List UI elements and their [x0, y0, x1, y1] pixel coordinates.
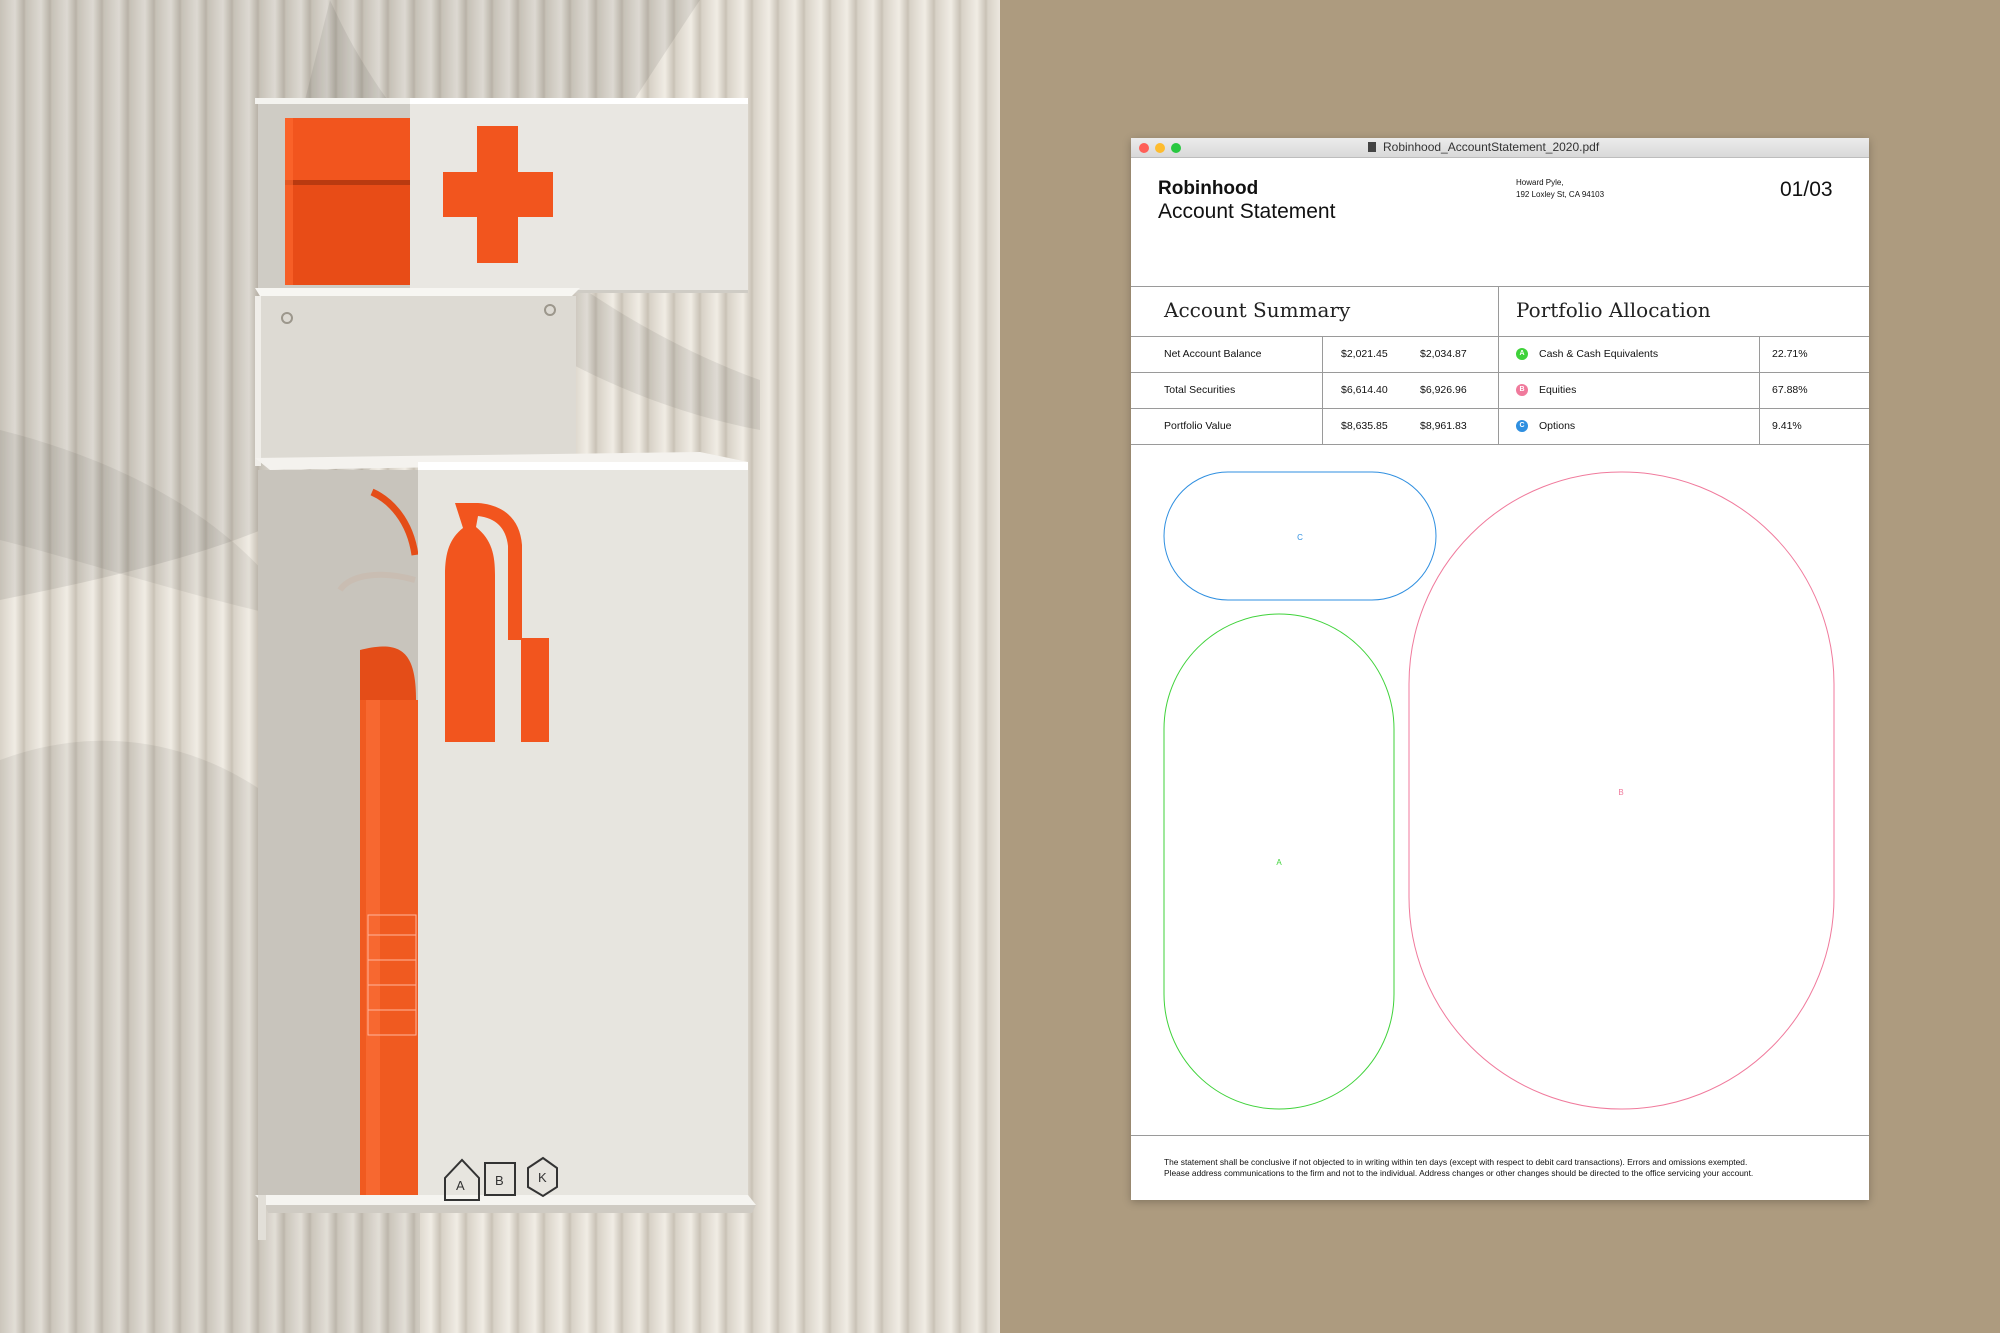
cabinet: A B K [255, 98, 756, 1240]
footer-disclaimer: The statement shall be conclusive if not… [1164, 1157, 1753, 1179]
class-label-a: A [456, 1178, 465, 1193]
divider [1131, 1135, 1869, 1136]
class-label-b: B [495, 1173, 504, 1188]
pdf-viewer-window: Robinhood_AccountStatement_2020.pdf Robi… [1131, 138, 1869, 1200]
allocation-pill-label-a: A [1276, 858, 1282, 867]
class-label-k: K [538, 1170, 547, 1185]
product-photo: A B K [0, 0, 1000, 1333]
allocation-pill-label-b: B [1618, 788, 1623, 797]
footer-line: The statement shall be conclusive if not… [1164, 1157, 1748, 1167]
allocation-pill-label-c: C [1297, 533, 1303, 542]
first-aid-box [285, 118, 417, 285]
allocation-diagram: C A B [1163, 471, 1835, 1110]
footer-line: Please address communications to the fir… [1164, 1168, 1754, 1178]
